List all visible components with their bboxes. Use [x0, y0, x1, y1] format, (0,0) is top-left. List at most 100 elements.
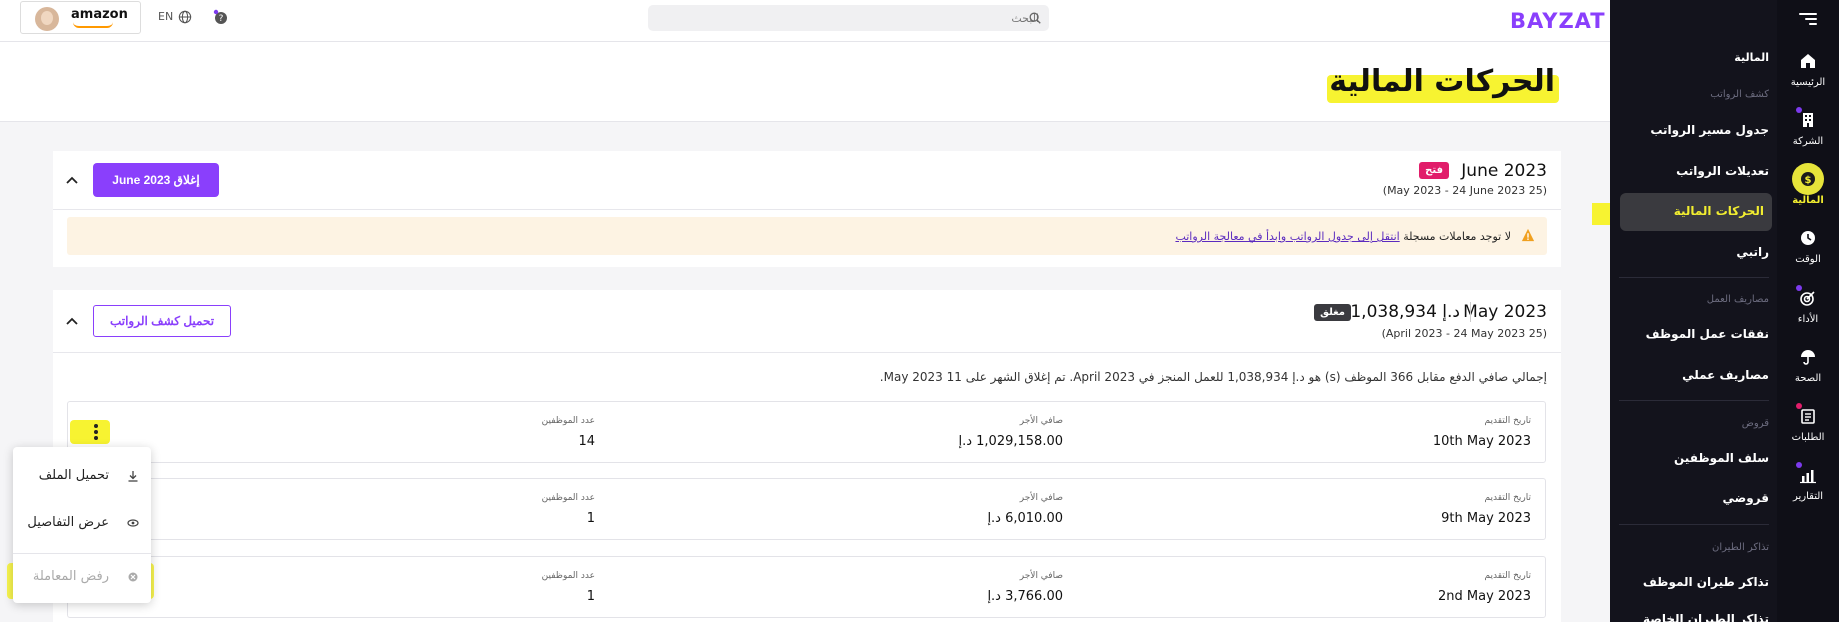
rail-item-label: الشركة [1792, 136, 1824, 147]
chart-icon [1800, 470, 1816, 484]
menu-item-view-details[interactable]: عرض التفاصيل [13, 503, 151, 543]
period-title: June 2023 [1461, 161, 1547, 181]
subnav-item-employee-advances[interactable]: سلف الموظفين [1674, 451, 1769, 465]
top-bar: amazon EN ? BAYZAT [0, 0, 1610, 42]
subnav-item-my-loans[interactable]: قروضي [1722, 491, 1769, 505]
language-toggle[interactable]: EN [158, 10, 173, 23]
bayzat-logo[interactable]: BAYZAT [1510, 9, 1606, 33]
payroll-schedule-link[interactable]: انتقل إلى جدول الرواتب وابدأ في معالجة ا… [1175, 230, 1399, 243]
clipboard-icon [1801, 409, 1815, 424]
subnav-group-tickets: تذاكر الطيران [1712, 542, 1769, 553]
subnav-item-employee-tickets[interactable]: تذاكر طيران الموظف [1643, 575, 1769, 589]
row-actions-menu: تحميل الملف عرض التفاصيل رفض المعاملة [13, 447, 151, 603]
help-icon[interactable]: ? [213, 9, 229, 25]
menu-divider [13, 553, 151, 554]
rail-item-reports[interactable]: التقارير [1777, 459, 1839, 502]
rail-item-finance[interactable]: $ المالية [1777, 163, 1839, 206]
subnav-item-payroll-adjustments[interactable]: تعديلات الرواتب [1676, 164, 1769, 178]
finance-subnav: المالية كشف الرواتب جدول مسير الرواتب تع… [1610, 0, 1777, 622]
close-period-button[interactable]: إغلاق June 2023 [93, 163, 219, 197]
notification-dot [1796, 107, 1802, 113]
menu-item-label: رفض المعاملة [32, 569, 109, 584]
status-badge-closed: مغلق [1314, 304, 1351, 321]
menu-icon[interactable] [1799, 10, 1817, 26]
chevron-up-icon[interactable] [64, 313, 80, 329]
dollar-icon: $ [1801, 172, 1815, 186]
search-input[interactable] [679, 5, 1049, 31]
page-header: الحركات المالية [0, 42, 1610, 122]
date-label: تاريخ التقديم [1484, 493, 1532, 503]
net-value: 6,010.00 د.إ [987, 511, 1063, 526]
download-icon [128, 471, 138, 482]
period-range: (25 April 2023 - 24 May 2023) [1381, 327, 1547, 340]
date-label: تاريخ التقديم [1484, 571, 1532, 581]
rail-item-time[interactable]: الوقت [1777, 222, 1839, 265]
main-nav-rail: الرئيسية الشركة $ المالية الوقت الأداء ا… [1777, 0, 1839, 622]
eye-icon [127, 519, 139, 527]
date-label: تاريخ التقديم [1484, 416, 1532, 426]
may-2023-card: May 2023 د.إ 1,038,934 مغلق (25 April 20… [53, 290, 1561, 622]
rail-item-requests[interactable]: الطلبات [1777, 400, 1839, 443]
rail-item-health[interactable]: الصحة [1777, 341, 1839, 384]
rail-item-label: الصحة [1794, 373, 1822, 384]
rail-item-label: المالية [1792, 195, 1824, 206]
more-actions-icon[interactable] [86, 422, 106, 444]
rail-item-label: الأداء [1797, 314, 1819, 325]
subnav-divider [1619, 400, 1769, 401]
count-value: 14 [578, 434, 595, 449]
divider [53, 209, 1561, 210]
date-value: 10th May 2023 [1432, 434, 1531, 449]
divider [53, 352, 1561, 353]
net-label: صافي الأجر [1019, 493, 1063, 503]
target-icon [1800, 291, 1815, 306]
menu-item-reject-transaction[interactable]: رفض المعاملة [13, 557, 151, 597]
umbrella-icon [1801, 350, 1815, 365]
subnav-group-expenses: مصاريف العمل [1706, 294, 1769, 305]
subnav-item-my-expenses[interactable]: مصاريف عملي [1682, 368, 1769, 382]
rail-item-home[interactable]: الرئيسية [1777, 45, 1839, 88]
subnav-group-payroll: كشف الرواتب [1710, 89, 1769, 100]
globe-icon[interactable] [178, 10, 192, 24]
menu-item-download-file[interactable]: تحميل الملف [13, 456, 151, 496]
net-value: 1,029,158.00 د.إ [958, 434, 1063, 449]
page-title: الحركات المالية [1329, 64, 1555, 99]
net-label: صافي الأجر [1019, 571, 1063, 581]
download-payslips-button[interactable]: تحميل كشف الرواتب [93, 305, 231, 337]
subnav-group-loans: قروض [1741, 418, 1769, 429]
period-amount: د.إ 1,038,934 [1350, 302, 1471, 322]
search-box[interactable] [648, 5, 1049, 31]
status-badge-open: فتح [1419, 162, 1449, 179]
period-summary: إجمالي صافي الدفع مقابل 366 الموظف (s) ه… [879, 370, 1547, 384]
count-label: عدد الموظفين [541, 571, 595, 581]
subnav-item-employee-expenses[interactable]: نفقات عمل الموظف [1646, 327, 1769, 341]
home-icon [1801, 54, 1815, 68]
warning-icon [1521, 228, 1535, 242]
period-range: (25 May 2023 - 24 June 2023) [1382, 184, 1547, 197]
company-switcher[interactable]: amazon [20, 1, 141, 34]
subnav-item-payroll-schedule[interactable]: جدول مسير الرواتب [1650, 123, 1769, 137]
transaction-row[interactable]: تاريخ التقديم 9th May 2023 صافي الأجر 6,… [67, 478, 1546, 540]
company-name: amazon [71, 7, 128, 22]
period-title: May 2023 [1463, 302, 1547, 322]
rail-item-label: التقارير [1792, 491, 1824, 502]
avatar [35, 7, 59, 31]
subnav-section-title: المالية [1734, 51, 1769, 64]
transaction-row[interactable]: تاريخ التقديم 10th May 2023 صافي الأجر 1… [67, 401, 1546, 463]
rail-item-company[interactable]: الشركة [1777, 104, 1839, 147]
menu-item-label: عرض التفاصيل [27, 515, 109, 530]
search-icon [1029, 12, 1041, 24]
building-icon [1803, 113, 1813, 127]
subnav-divider [1619, 277, 1769, 278]
menu-item-label: تحميل الملف [38, 468, 109, 483]
subnav-item-my-salary[interactable]: راتبي [1736, 245, 1769, 259]
notification-dot [1796, 403, 1802, 409]
clock-icon [1801, 231, 1815, 245]
rail-item-label: الوقت [1795, 254, 1821, 265]
count-value: 1 [586, 589, 595, 604]
notification-dot [1796, 285, 1802, 291]
subnav-item-my-tickets[interactable]: تذاكر الطيران الخاصة [1643, 612, 1769, 622]
subnav-item-financial-transactions[interactable]: الحركات المالية [1620, 193, 1772, 231]
transaction-row[interactable]: تاريخ التقديم 2nd May 2023 صافي الأجر 3,… [67, 556, 1546, 618]
rail-item-performance[interactable]: الأداء [1777, 282, 1839, 325]
chevron-up-icon[interactable] [64, 172, 80, 188]
